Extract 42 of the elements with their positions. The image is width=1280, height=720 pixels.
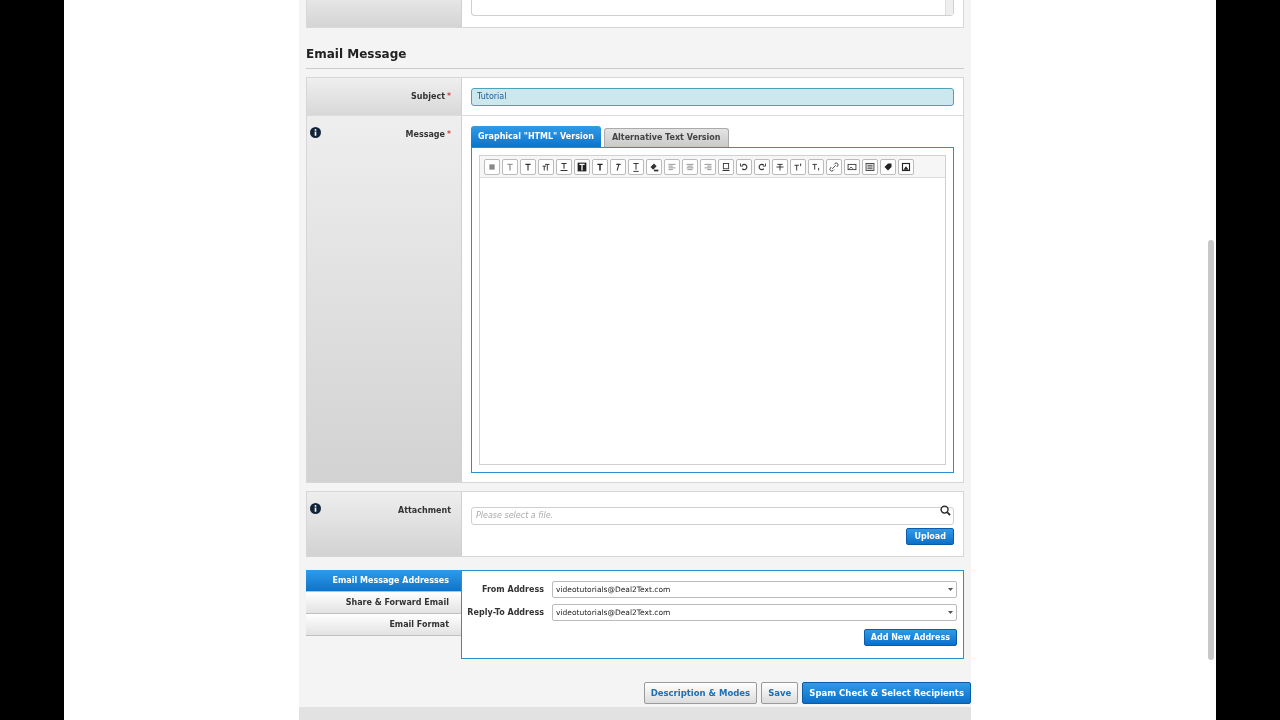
toolbar-icon[interactable]	[862, 158, 878, 175]
toolbar-icon[interactable]	[898, 158, 914, 175]
info-icon[interactable]	[310, 503, 321, 514]
toolbar-icon[interactable]	[646, 158, 662, 175]
toolbar-icon[interactable]	[592, 158, 608, 175]
toolbar-icon[interactable]	[610, 158, 626, 175]
search-icon[interactable]	[940, 504, 951, 516]
file-field[interactable]: Please select a file.	[471, 506, 954, 525]
secondary-button[interactable]: Save	[761, 682, 799, 704]
required-mark: *	[447, 129, 451, 141]
toolbar-icon[interactable]	[844, 158, 860, 175]
dropdown-arrow-icon	[948, 587, 953, 592]
required-mark: *	[447, 90, 451, 103]
editor-tab[interactable]: Alternative Text Version	[603, 128, 729, 147]
scrollbar-thumb[interactable]	[1208, 240, 1214, 660]
primary-button[interactable]: Spam Check & Select Recipients	[802, 682, 971, 704]
toolbar-icon[interactable]	[718, 158, 734, 175]
toolbar-icon[interactable]	[754, 158, 770, 175]
field-label: From Address	[480, 583, 545, 596]
toolbar-icon[interactable]	[736, 158, 752, 175]
field-label: Attachment	[398, 505, 451, 517]
subject-field[interactable]: Tutorial	[471, 87, 954, 106]
dropdown-arrow-icon	[948, 610, 953, 615]
section-heading: Email Message	[306, 47, 407, 61]
toolbar-icon[interactable]	[808, 158, 824, 175]
add-address-button[interactable]: Add New Address	[863, 629, 957, 646]
settings-tab[interactable]: Share & Forward Email	[306, 592, 461, 614]
toolbar-icon[interactable]	[556, 158, 572, 175]
secondary-button[interactable]: Description & Modes	[643, 682, 758, 704]
info-icon[interactable]	[310, 127, 321, 138]
field-label: Message	[405, 129, 445, 141]
toolbar-icon[interactable]	[574, 158, 590, 175]
settings-tab[interactable]: Email Message Addresses	[306, 570, 461, 592]
toolbar-icon[interactable]	[790, 158, 806, 175]
editor-tab[interactable]: Graphical "HTML" Version	[471, 126, 601, 147]
toolbar-icon[interactable]	[628, 158, 644, 175]
field-label: Reply-To Address	[466, 606, 545, 619]
settings-tab[interactable]: Email Format	[306, 614, 461, 636]
upload-button[interactable]: Upload	[906, 528, 954, 545]
toolbar-icon[interactable]	[538, 158, 554, 175]
field-label: Subject	[411, 90, 445, 103]
toolbar-icon[interactable]	[880, 158, 896, 175]
